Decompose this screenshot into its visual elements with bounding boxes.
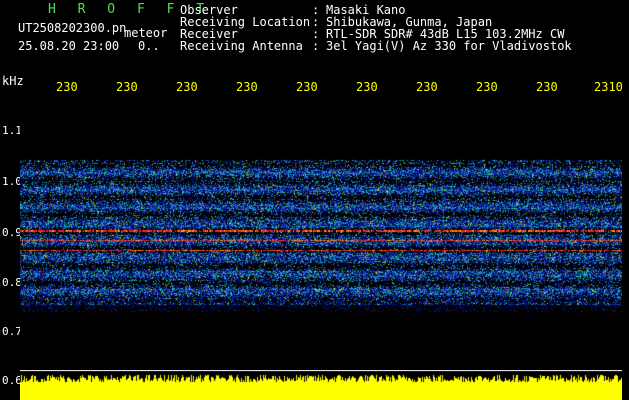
freq-tick: 0.7 (2, 325, 22, 338)
frequency-unit-label: kHz (2, 74, 24, 88)
freq-tick: 1.0 (2, 175, 22, 188)
meteor-count: 0.. (138, 39, 160, 53)
spectrogram-plot (20, 100, 622, 370)
time-tick: 230 (356, 80, 378, 94)
time-tick: 2310 (594, 80, 623, 94)
time-tick: 230 (116, 80, 138, 94)
time-tick: 230 (536, 80, 558, 94)
time-tick: 230 (236, 80, 258, 94)
time-tick: 230 (176, 80, 198, 94)
freq-tick: 0.6 (2, 374, 22, 387)
date-time: 25.08.20 23:00 (18, 39, 120, 53)
freq-tick: 1.1 (2, 124, 22, 137)
freq-tick: 0.9 (2, 226, 22, 239)
antenna-value: 3el Yagi(V) Az 330 for Vladivostok (326, 39, 572, 53)
file-name: UT2508202300.pn (18, 21, 127, 35)
freq-tick: 0.8 (2, 276, 22, 289)
time-tick: 230 (476, 80, 498, 94)
time-tick: 230 (296, 80, 318, 94)
time-tick: 230 (56, 80, 78, 94)
meteor-label: meteor (124, 26, 168, 40)
info-colon: : (312, 39, 320, 53)
meteor-count-strip (20, 370, 622, 400)
antenna-label: Receiving Antenna (180, 39, 303, 53)
time-tick: 230 (416, 80, 438, 94)
